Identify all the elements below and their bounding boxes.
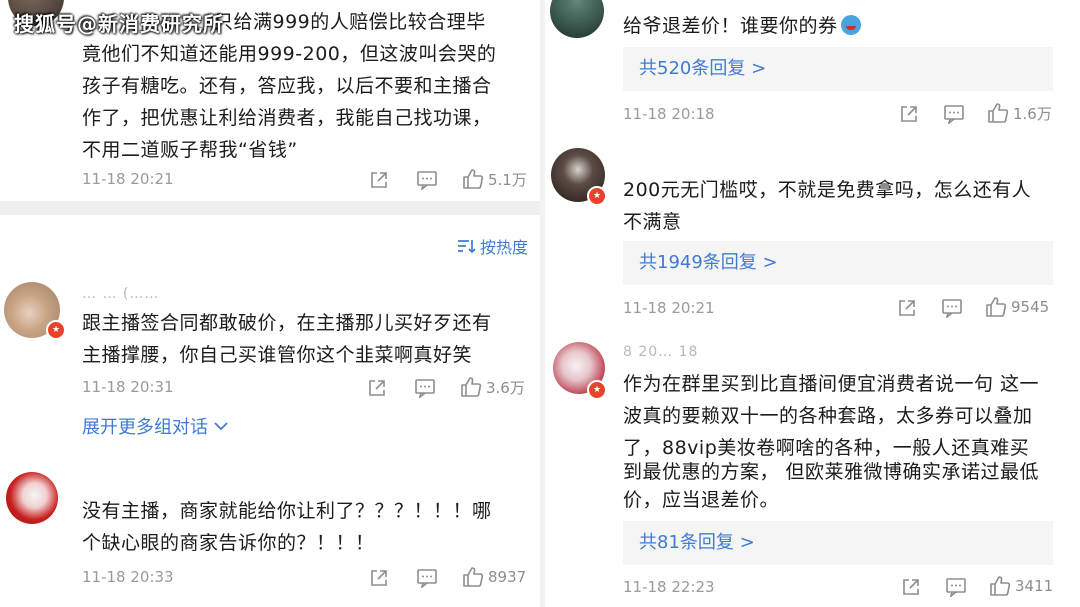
share-button[interactable]: [367, 378, 387, 398]
left-comment-column: 只给满999的人赔偿比较合理毕 竟他们不知道还能用999-200，但这波叫会哭的…: [0, 0, 540, 607]
comment-text: 不满意: [623, 211, 682, 233]
right-comment-column: 给爷退差价！谁要你的券 共520条回复 > 11-18 20:18 1.6万 ★…: [545, 0, 1080, 607]
share-icon: [369, 380, 385, 396]
comment-text: 价，应当退差价。: [623, 489, 780, 511]
share-icon: [903, 579, 919, 595]
comment-text: 波真的要赖双十一的各种套路，太多券可以叠加: [623, 405, 1033, 427]
comment-button[interactable]: [416, 170, 438, 190]
comment-time: 11-18 20:21: [82, 170, 174, 188]
like-button[interactable]: 5.1万: [462, 168, 527, 190]
share-button[interactable]: [897, 298, 917, 318]
share-button[interactable]: [369, 568, 389, 588]
comment-text: 个缺心眼的商家告诉你的？！！！: [82, 532, 375, 554]
share-button[interactable]: [901, 577, 921, 597]
section-divider: [0, 201, 540, 215]
like-icon: [463, 169, 484, 189]
v-badge-icon: ★: [587, 186, 607, 206]
comment-icon: [946, 578, 966, 597]
user-nickname[interactable]: … … (……: [82, 286, 159, 302]
comment-button[interactable]: [414, 378, 436, 398]
like-count: 3.6万: [486, 378, 525, 397]
comment-text: 不用二道贩子帮我“省钱”: [82, 139, 298, 161]
like-count: 9545: [1011, 298, 1050, 316]
like-icon: [461, 377, 482, 397]
comment-time: 11-18 20:21: [623, 299, 715, 317]
expand-more-conversations-button[interactable]: 展开更多组对话: [82, 413, 228, 439]
like-icon: [988, 103, 1009, 123]
comment-text: 孩子有糖吃。还有，答应我，以后不要和主播合: [82, 75, 492, 97]
like-button[interactable]: 9545: [985, 296, 1049, 318]
sort-icon: [458, 240, 476, 254]
v-badge-icon: ★: [587, 380, 607, 400]
like-button[interactable]: 1.6万: [987, 102, 1052, 124]
comment-button[interactable]: [416, 568, 438, 588]
comment-time: 11-18 20:33: [82, 568, 174, 586]
v-badge-icon: ★: [46, 320, 66, 340]
like-icon: [990, 576, 1011, 596]
avatar[interactable]: [550, 0, 604, 38]
comment-icon: [944, 105, 964, 124]
comment-time: 11-18 20:18: [623, 105, 715, 123]
comment-icon: [415, 379, 435, 398]
comment-time: 11-18 22:23: [623, 578, 715, 596]
comment-button[interactable]: [945, 577, 967, 597]
like-icon: [463, 567, 484, 587]
like-count: 3411: [1015, 577, 1054, 595]
share-icon: [371, 570, 387, 586]
like-count: 1.6万: [1013, 104, 1052, 123]
sort-label: 按热度: [480, 238, 529, 257]
comment-icon: [942, 299, 962, 318]
share-button[interactable]: [369, 170, 389, 190]
comment-text: 没有主播，商家就能给你让利了？？？！！！哪: [82, 500, 492, 522]
comment-icon: [417, 171, 437, 190]
watermark: 搜狐号@新消费研究所: [14, 12, 224, 36]
like-button[interactable]: 3.6万: [460, 376, 525, 398]
comment-text: 只给满999的人赔偿比较合理毕: [214, 11, 486, 33]
share-button[interactable]: [899, 104, 919, 124]
comment-text: 作了，把优惠让利给消费者，我能自己找功课，: [82, 107, 492, 129]
comment-text: 竟他们不知道还能用999-200，但这波叫会哭的: [82, 43, 497, 65]
comment-text: 作为在群里买到比直播间便宜消费者说一句 这一: [623, 373, 1040, 395]
like-count: 8937: [488, 568, 527, 586]
chevron-down-icon: [214, 422, 228, 431]
expand-label: 展开更多组对话: [82, 417, 208, 438]
view-replies-button[interactable]: 共81条回复 >: [623, 521, 1053, 565]
avatar[interactable]: [6, 472, 58, 524]
comment-button[interactable]: [941, 298, 963, 318]
like-button[interactable]: 3411: [989, 575, 1053, 597]
comment-time: 11-18 20:31: [82, 378, 174, 396]
share-icon: [899, 300, 915, 316]
like-icon: [986, 297, 1007, 317]
user-nickname[interactable]: 8 20… 18: [623, 344, 698, 360]
doraemon-emoji-icon: [840, 15, 861, 35]
comment-text: 200元无门槛哎，不就是免费拿吗，怎么还有人: [623, 179, 1032, 201]
view-replies-button[interactable]: 共1949条回复 >: [623, 241, 1053, 285]
share-icon: [901, 106, 917, 122]
like-button[interactable]: 8937: [462, 566, 526, 588]
view-replies-button[interactable]: 共520条回复 >: [623, 47, 1053, 91]
sort-by-hot-button[interactable]: 按热度: [456, 234, 528, 258]
like-count: 5.1万: [488, 170, 527, 189]
comment-text: 给爷退差价！谁要你的券: [623, 10, 1063, 42]
share-icon: [371, 172, 387, 188]
comment-icon: [417, 569, 437, 588]
comment-text: 主播撑腰，你自己买谁管你这个韭菜啊真好笑: [82, 344, 473, 366]
comment-text: 跟主播签合同都敢破价，在主播那儿买好歹还有: [82, 312, 492, 334]
comment-button[interactable]: [943, 104, 965, 124]
